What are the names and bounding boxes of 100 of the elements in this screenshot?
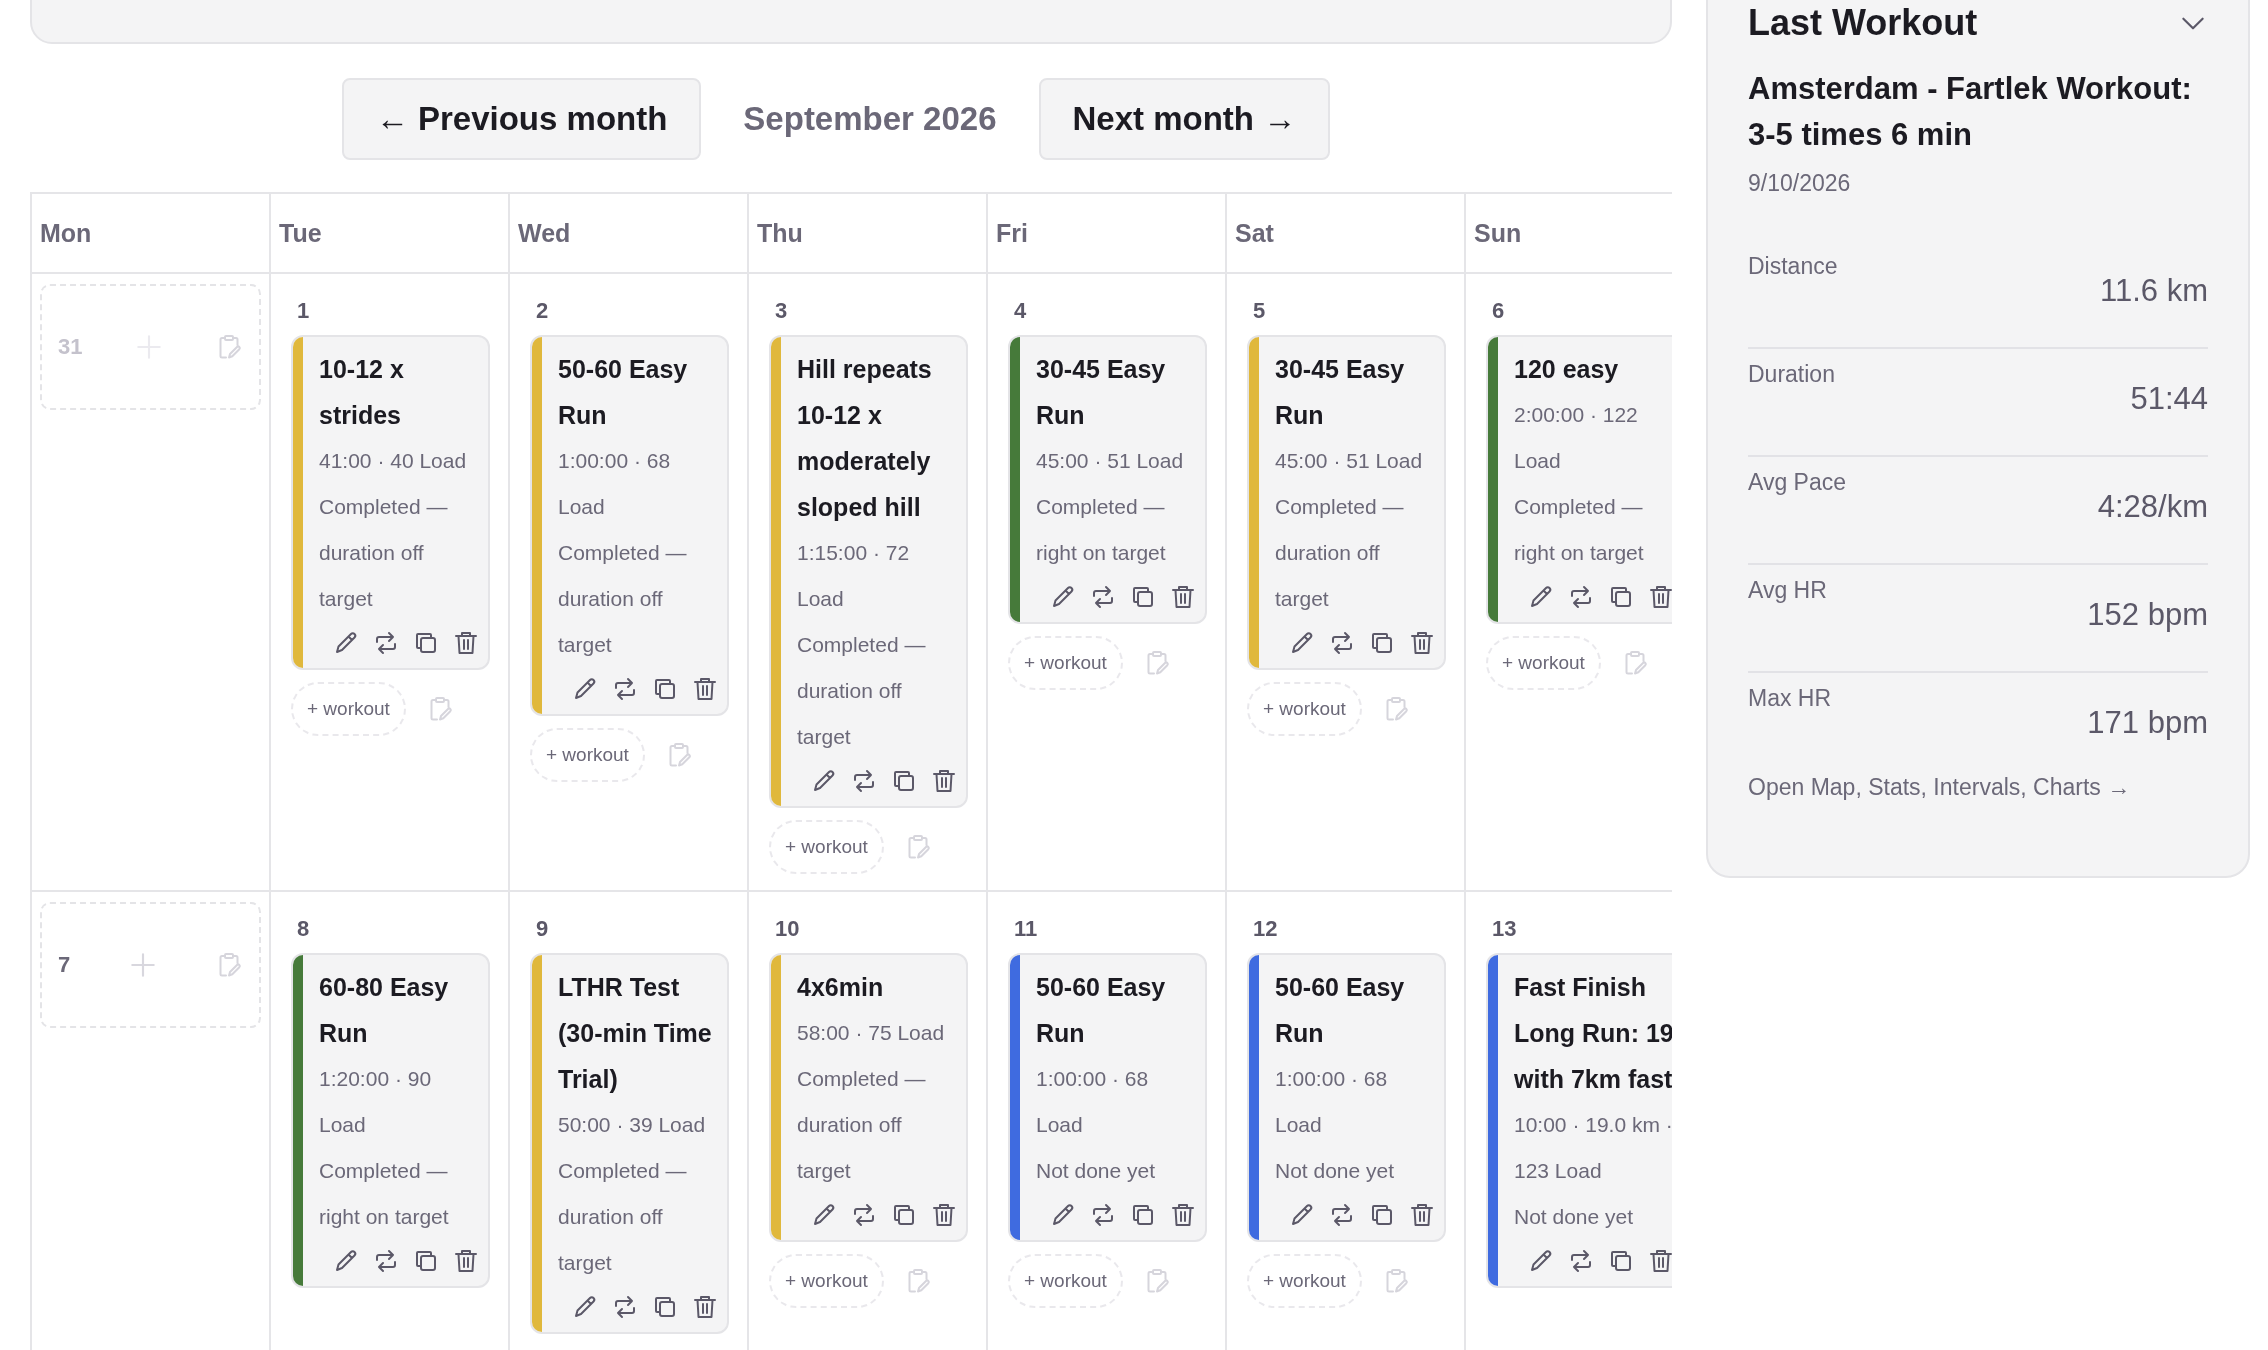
weekday-header: Sun — [1474, 218, 1522, 248]
workout-status: Completed — duration off target — [558, 540, 688, 658]
day-number: 7 — [58, 952, 71, 978]
workout-card[interactable]: 30-45 Easy Run 45:00 · 51 Load Completed — duration off target — [1247, 335, 1446, 670]
stat-label: Avg HR — [1748, 577, 1827, 604]
stat-label: Max HR — [1748, 685, 1832, 712]
add-workout-button[interactable]: + workout — [1247, 1254, 1362, 1308]
weekday-header: Wed — [518, 218, 571, 248]
workout-summary: 58:00 · 75 Load — [797, 1020, 946, 1046]
month-title: September 2026 — [743, 100, 997, 138]
workout-summary: 1:00:00 · 68 Load — [1275, 1066, 1389, 1138]
day-number: 13 — [1492, 916, 1518, 942]
workout-title: 4x6min — [797, 972, 885, 1003]
delete-icon[interactable] — [1647, 1247, 1672, 1275]
delete-icon[interactable] — [452, 629, 480, 657]
workout-card[interactable]: 4x6min 58:00 · 75 Load Completed — duration off target — [769, 953, 968, 1242]
workout-summary: 1:15:00 · 72 Load — [797, 540, 911, 612]
workout-summary: 1:20:00 · 90 Load — [319, 1066, 433, 1138]
workout-title: LTHR Test (30-min Time Trial) — [558, 972, 713, 1095]
workout-card[interactable]: 50-60 Easy Run 1:00:00 · 68 Load Not done yet — [1008, 953, 1207, 1242]
empty-day-slot[interactable]: 7 — [40, 902, 261, 1028]
day-number: 12 — [1253, 916, 1279, 942]
workout-summary: 1:00:00 · 68 Load — [558, 448, 672, 520]
workout-title: 30-45 Easy Run — [1275, 354, 1406, 431]
workout-title: Hill repeats 10-12 x moderately sloped hill — [797, 354, 933, 523]
workout-card[interactable]: 120 easy 2:00:00 · 122 Load Completed — right on target — [1486, 335, 1672, 624]
add-workout-button[interactable]: + workout — [1008, 636, 1123, 690]
day-number: 31 — [58, 334, 83, 360]
workout-summary: 45:00 · 51 Load — [1275, 448, 1424, 474]
weekday-header: Fri — [996, 218, 1028, 248]
workout-status: Completed — duration off target — [319, 494, 449, 612]
workout-status: Not done yet — [1275, 1158, 1396, 1184]
stat-label: Distance — [1748, 253, 1838, 280]
add-workout-button[interactable]: + workout — [1008, 1254, 1123, 1308]
workout-title: 10-12 x strides — [319, 354, 405, 431]
add-workout-button[interactable]: + workout — [769, 820, 884, 874]
workout-status: Completed — duration off target — [797, 632, 927, 750]
workout-card[interactable]: 50-60 Easy Run 1:00:00 · 68 Load Completed — duration off target — [530, 335, 729, 716]
workout-title: Fast Finish Long Run: 19 with 7km fast — [1514, 972, 1672, 1095]
day-number: 4 — [1014, 298, 1028, 324]
workout-card[interactable]: 30-45 Easy Run 45:00 · 51 Load Completed — right on target — [1008, 335, 1207, 624]
workout-summary: 10:00 · 19.0 km · 123 Load — [1514, 1112, 1672, 1184]
workout-summary: 1:00:00 · 68 Load — [1036, 1066, 1150, 1138]
day-number: 10 — [775, 916, 801, 942]
delete-icon[interactable] — [1408, 629, 1436, 657]
workout-status: Completed — duration off target — [1275, 494, 1405, 612]
delete-icon[interactable] — [691, 675, 719, 703]
workout-title: 50-60 Easy Run — [1275, 972, 1406, 1049]
workout-card[interactable]: Fast Finish Long Run: 19 with 7km fast 10:00 · 19.0 km · 123 Load Not done yet — [1486, 953, 1672, 1288]
day-number: 1 — [297, 298, 311, 324]
workout-summary: 45:00 · 51 Load — [1036, 448, 1185, 474]
delete-icon[interactable] — [691, 1293, 719, 1321]
workout-summary: 2:00:00 · 122 Load — [1514, 402, 1639, 474]
day-number: 3 — [775, 298, 789, 324]
panel-title: Last Workout — [1748, 2, 1978, 44]
delete-icon[interactable] — [1647, 583, 1672, 611]
previous-month-button[interactable]: ← Previous month — [341, 78, 702, 160]
weekday-header: Tue — [279, 218, 322, 248]
next-month-button[interactable]: Next month → — [1038, 78, 1331, 160]
add-workout-button[interactable]: + workout — [1486, 636, 1601, 690]
delete-icon[interactable] — [1169, 583, 1197, 611]
delete-icon[interactable] — [1169, 1201, 1197, 1229]
workout-card[interactable]: Hill repeats 10-12 x moderately sloped hill 1:15:00 · 72 Load Completed — duration off target — [769, 335, 968, 808]
add-workout-button[interactable]: + workout — [291, 682, 406, 736]
stat-label: Duration — [1748, 361, 1835, 388]
workout-card[interactable]: 60-80 Easy Run 1:20:00 · 90 Load Completed — right on target — [291, 953, 490, 1288]
add-workout-button[interactable]: + workout — [530, 728, 645, 782]
workout-title: 50-60 Easy Run — [558, 354, 689, 431]
stat-value: 152 bpm — [2087, 597, 2208, 633]
workout-summary: 50:00 · 39 Load — [558, 1112, 707, 1138]
stat-value: 11.6 km — [2100, 273, 2208, 309]
workout-name: Amsterdam - Fartlek Workout: 3-5 times 6 min — [1748, 70, 2193, 154]
workout-title: 50-60 Easy Run — [1036, 972, 1167, 1049]
workout-title: 120 easy — [1514, 354, 1620, 385]
details-link[interactable]: Open Map, Stats, Intervals, Charts → — [1748, 774, 2131, 801]
delete-icon[interactable] — [452, 1247, 480, 1275]
workout-status: Completed — right on target — [1514, 494, 1645, 566]
workout-status: Not done yet — [1514, 1204, 1635, 1230]
workout-card[interactable]: 10-12 x strides 41:00 · 40 Load Completed — duration off target — [291, 335, 490, 670]
workout-date: 9/10/2026 — [1748, 170, 1852, 197]
day-number: 6 — [1492, 298, 1506, 324]
stat-label: Avg Pace — [1748, 469, 1847, 496]
delete-icon[interactable] — [1408, 1201, 1436, 1229]
day-number: 9 — [536, 916, 550, 942]
workout-card[interactable]: 50-60 Easy Run 1:00:00 · 68 Load Not done yet — [1247, 953, 1446, 1242]
day-number: 2 — [536, 298, 550, 324]
weekday-header: Mon — [40, 218, 92, 248]
add-workout-button[interactable]: + workout — [769, 1254, 884, 1308]
add-workout-button[interactable]: + workout — [1247, 682, 1362, 736]
workout-status: Completed — duration off target — [797, 1066, 927, 1184]
workout-status: Completed — duration off target — [558, 1158, 688, 1276]
workout-card[interactable]: LTHR Test (30-min Time Trial) 50:00 · 39 Load Completed — duration off target — [530, 953, 729, 1334]
delete-icon[interactable] — [930, 767, 958, 795]
delete-icon[interactable] — [930, 1201, 958, 1229]
workout-status: Completed — right on target — [1036, 494, 1167, 566]
workout-status: Not done yet — [1036, 1158, 1157, 1184]
day-number: 5 — [1253, 298, 1267, 324]
weekday-header: Sat — [1235, 218, 1274, 248]
weekday-header: Thu — [757, 218, 803, 248]
workout-title: 30-45 Easy Run — [1036, 354, 1167, 431]
